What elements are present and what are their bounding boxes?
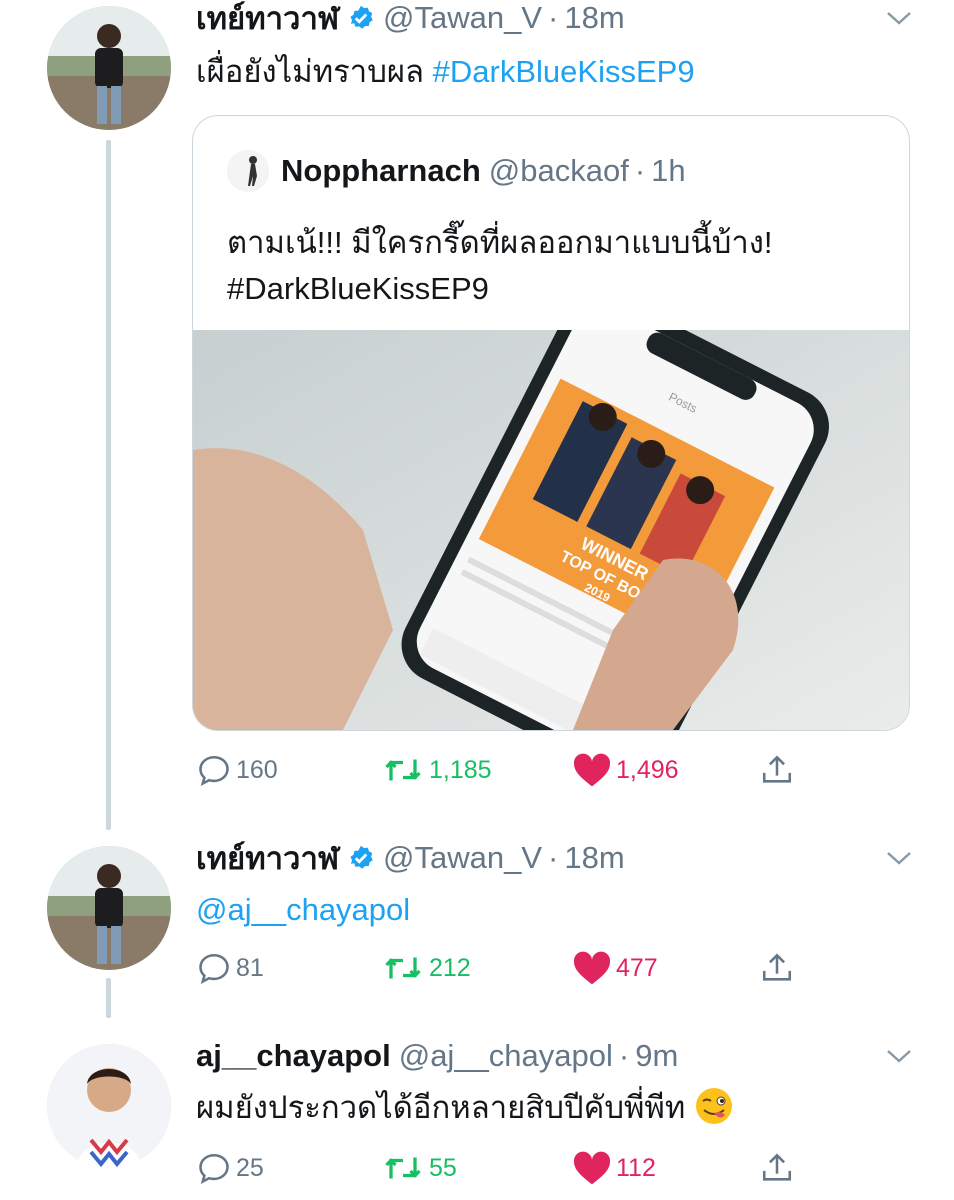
tweet-text: เผื่อยังไม่ทราบผล #DarkBlueKissEP9: [196, 54, 695, 89]
separator: ·: [548, 0, 559, 35]
like-count: 477: [616, 953, 658, 982]
like-button[interactable]: 477: [572, 948, 658, 988]
share-icon: [762, 953, 792, 981]
share-icon: [762, 1153, 792, 1181]
quoted-header: Noppharnach @backaof · 1h: [227, 146, 686, 196]
mention-link[interactable]: @aj__chayapol: [196, 892, 410, 927]
avatar[interactable]: [47, 846, 171, 970]
timestamp[interactable]: 18m: [564, 0, 624, 36]
reply-button[interactable]: 25: [196, 1148, 264, 1188]
verified-badge-icon: [350, 5, 373, 29]
hashtag-link[interactable]: #DarkBlueKissEP9: [433, 54, 695, 89]
tweet-actions: 25 55 112: [196, 1148, 836, 1188]
handle[interactable]: @Tawan_V: [383, 0, 542, 36]
like-count: 112: [616, 1153, 656, 1182]
timestamp[interactable]: 9m: [635, 1038, 678, 1074]
reply-icon: [199, 755, 229, 787]
reply-icon: [199, 953, 229, 985]
tweet-text: @aj__chayapol: [196, 888, 410, 932]
retweet-button[interactable]: 55: [381, 1148, 457, 1188]
quoted-timestamp[interactable]: 1h: [651, 153, 685, 189]
share-button[interactable]: [760, 750, 798, 790]
reply-icon: [199, 1153, 229, 1185]
retweet-button[interactable]: 1,185: [381, 750, 492, 790]
display-name[interactable]: เทย์ทาวาฬ: [196, 0, 339, 43]
like-button[interactable]: 112: [572, 1148, 656, 1188]
quoted-handle[interactable]: @backaof: [489, 153, 629, 189]
retweet-icon: [385, 957, 421, 979]
verified-badge-icon: [350, 845, 373, 869]
chevron-down-icon[interactable]: [886, 1048, 912, 1064]
avatar-photo: [47, 1044, 171, 1168]
display-name[interactable]: aj__chayapol: [196, 1038, 391, 1074]
share-icon: [762, 755, 792, 783]
retweet-icon: [385, 1157, 421, 1179]
tweet-actions: 81 212 477: [196, 948, 836, 988]
tweet-header: เทย์ทาวาฬ @Tawan_V · 18m: [196, 838, 625, 878]
tweet-actions: 160 1,185 1,496: [196, 750, 836, 790]
avatar-photo: [47, 846, 171, 970]
quoted-media-image[interactable]: Posts WINNER TOP OF BOY 2019: [193, 330, 909, 730]
reply-count: 160: [236, 755, 278, 784]
retweet-count: 1,185: [429, 755, 492, 784]
handle[interactable]: @aj__chayapol: [399, 1038, 613, 1074]
display-name[interactable]: เทย์ทาวาฬ: [196, 833, 339, 883]
like-heart-icon: [573, 951, 611, 985]
quoted-avatar-photo: [227, 150, 269, 192]
retweet-icon: [385, 759, 421, 781]
avatar[interactable]: [47, 6, 171, 130]
reply-button[interactable]: 160: [196, 750, 278, 790]
tweet-header: เทย์ทาวาฬ @Tawan_V · 18m: [196, 0, 625, 38]
reply-count: 25: [236, 1153, 264, 1182]
chevron-down-icon[interactable]: [886, 10, 912, 26]
share-button[interactable]: [760, 1148, 798, 1188]
winking-tongue-emoji-icon: [695, 1088, 732, 1124]
quoted-avatar[interactable]: [227, 150, 269, 192]
like-count: 1,496: [616, 755, 679, 784]
like-button[interactable]: 1,496: [572, 750, 679, 790]
avatar[interactable]: [47, 1044, 171, 1168]
quoted-text-line-2[interactable]: #DarkBlueKissEP9: [227, 266, 489, 312]
thread-line: [106, 978, 111, 1018]
separator: ·: [548, 840, 559, 875]
separator: ·: [618, 1038, 630, 1073]
reply-count: 81: [236, 953, 264, 982]
thread-line: [106, 140, 111, 830]
reply-button[interactable]: 81: [196, 948, 264, 988]
retweet-button[interactable]: 212: [381, 948, 471, 988]
tweet-header: aj__chayapol @aj__chayapol · 9m: [196, 1036, 678, 1076]
quoted-tweet[interactable]: Noppharnach @backaof · 1h ตามเน้!!! มีใค…: [192, 115, 910, 731]
retweet-count: 212: [429, 953, 471, 982]
quoted-text-line-1: ตามเน้!!! มีใครกรี๊ดที่ผลออกมาแบบนี้บ้าง…: [227, 225, 773, 260]
quoted-display-name[interactable]: Noppharnach: [281, 153, 481, 189]
retweet-count: 55: [429, 1153, 457, 1182]
share-button[interactable]: [760, 948, 798, 988]
avatar-photo: [47, 6, 171, 130]
like-heart-icon: [573, 1151, 611, 1185]
tweet-text: ผมยังประกวดได้อีกหลายสิบปีคับพี่พีท: [196, 1086, 734, 1130]
like-heart-icon: [573, 753, 611, 787]
separator: ·: [634, 153, 646, 188]
chevron-down-icon[interactable]: [886, 850, 912, 866]
handle[interactable]: @Tawan_V: [383, 840, 542, 876]
timestamp[interactable]: 18m: [564, 840, 624, 876]
